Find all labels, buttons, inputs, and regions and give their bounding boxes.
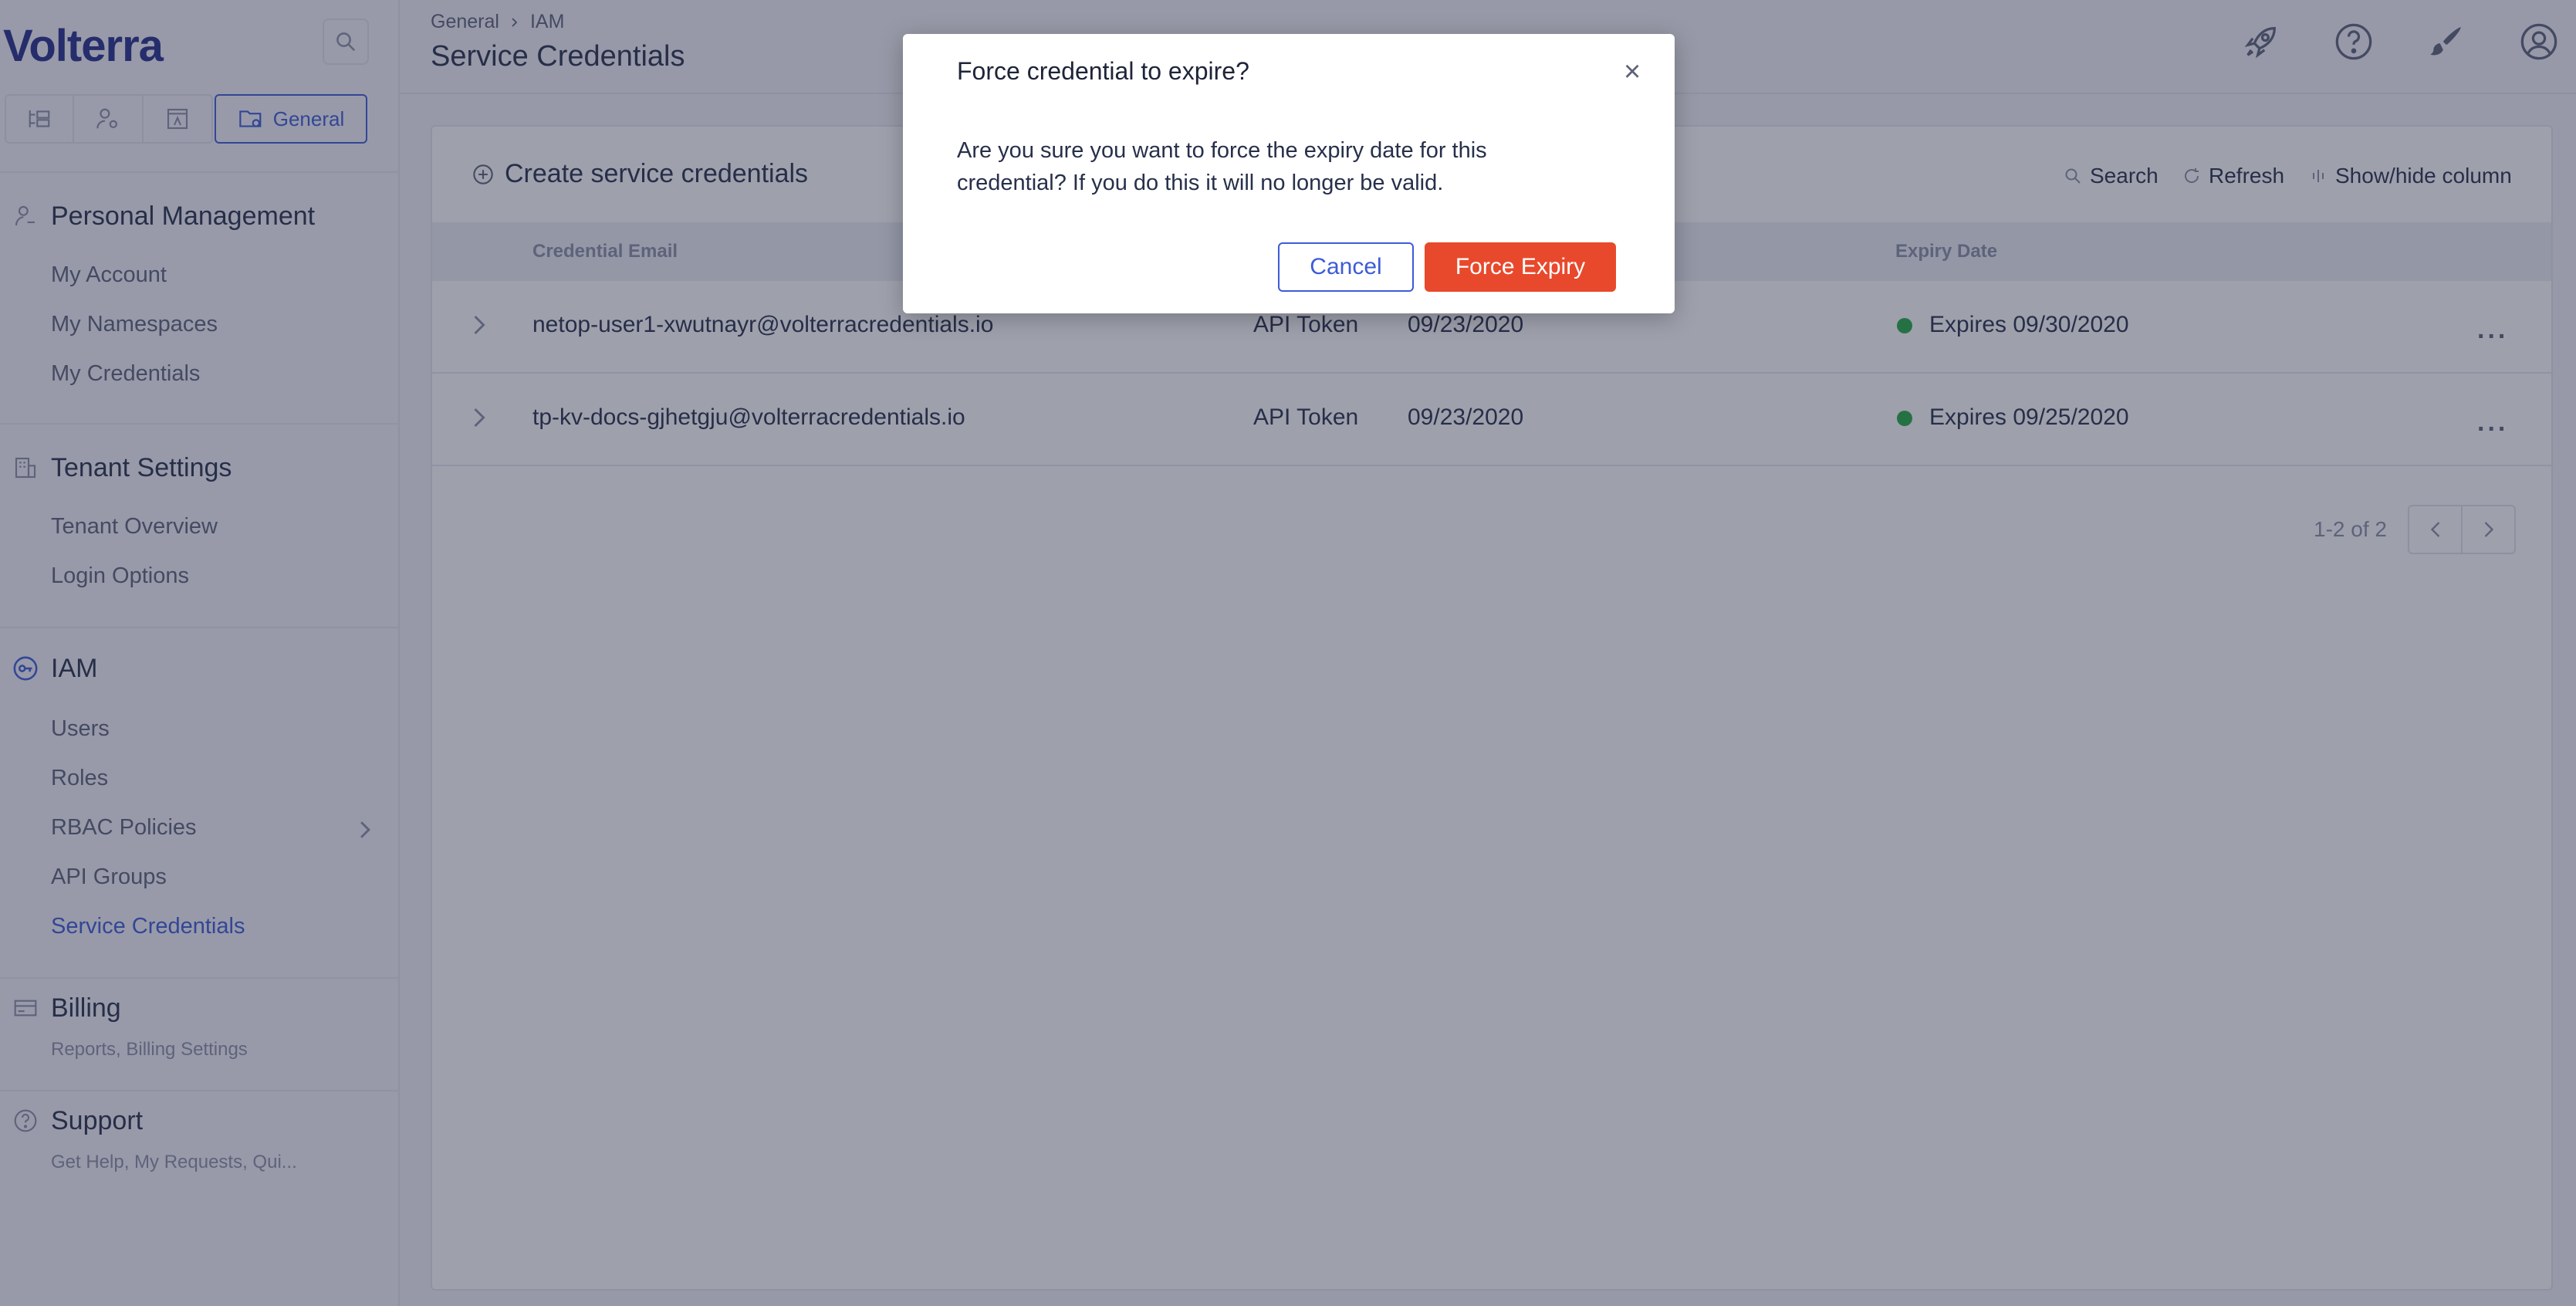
dialog-message: Are you sure you want to force the expir… <box>957 138 1487 195</box>
force-expiry-button[interactable]: Force Expiry <box>1425 242 1616 292</box>
close-icon[interactable]: × <box>1624 57 1641 86</box>
dialog-title: Force credential to expire? <box>957 57 1249 85</box>
cancel-button[interactable]: Cancel <box>1278 242 1414 292</box>
force-expiry-dialog: Force credential to expire? × Are you su… <box>903 34 1675 313</box>
